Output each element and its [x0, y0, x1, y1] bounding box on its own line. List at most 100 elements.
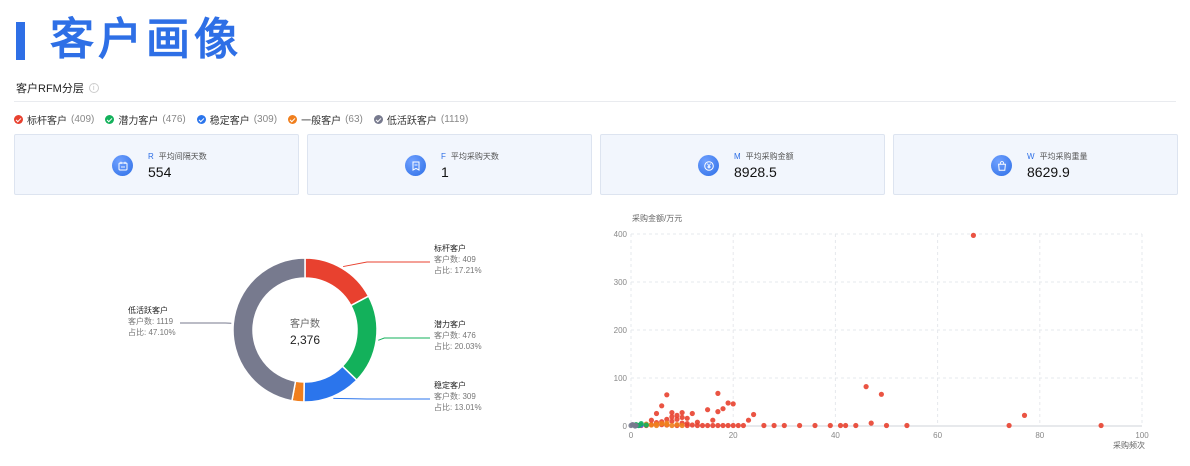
- scatter-point[interactable]: [853, 422, 859, 429]
- scatter-point[interactable]: [751, 411, 757, 418]
- check-circle-icon: [105, 115, 115, 124]
- scatter-point[interactable]: [710, 417, 716, 423]
- metric-card-f: F 平均采购天数 1: [307, 134, 592, 195]
- legend-label: 标杆客户: [27, 116, 67, 127]
- legend-count: (1119): [440, 114, 469, 125]
- scatter-point[interactable]: [868, 420, 874, 426]
- scatter-point[interactable]: [827, 422, 833, 429]
- scatter-point[interactable]: [684, 415, 690, 421]
- scatter-point[interactable]: [781, 422, 787, 429]
- scatter-point[interactable]: [684, 422, 690, 429]
- donut-slice[interactable]: [303, 365, 358, 403]
- scatter-point[interactable]: [725, 400, 731, 406]
- scatter-point[interactable]: [674, 422, 680, 428]
- x-axis-title: 采购频次: [1113, 440, 1145, 450]
- scatter-point[interactable]: [735, 422, 741, 429]
- scatter-point[interactable]: [720, 422, 726, 429]
- donut-label-name: 标杆客户: [434, 243, 466, 253]
- scatter-point[interactable]: [1021, 412, 1028, 418]
- scatter-point[interactable]: [705, 422, 711, 429]
- segment-legend: 标杆客户 (409) 潜力客户 (476) 稳定客户 (309) 一般客户 (6…: [14, 112, 479, 127]
- scatter-point[interactable]: [904, 422, 910, 429]
- x-tick-label: 40: [831, 431, 840, 440]
- scatter-point[interactable]: [679, 410, 685, 416]
- scatter-point[interactable]: [659, 403, 665, 409]
- scatter-point[interactable]: [878, 391, 884, 397]
- scatter-point[interactable]: [653, 421, 660, 427]
- scatter-point[interactable]: [669, 422, 675, 429]
- legend-label: 一般客户: [301, 116, 342, 127]
- legend-item-stable[interactable]: 稳定客户 (309): [196, 112, 277, 127]
- scatter-point[interactable]: [659, 421, 665, 427]
- scatter-point[interactable]: [653, 410, 660, 417]
- info-icon[interactable]: i: [88, 83, 99, 93]
- scatter-point[interactable]: [720, 406, 726, 412]
- scatter-point[interactable]: [710, 422, 716, 429]
- check-circle-icon: [288, 115, 298, 124]
- scatter-point[interactable]: [664, 392, 670, 398]
- yen-coin-icon: [698, 155, 719, 176]
- scatter-point[interactable]: [715, 422, 721, 429]
- scatter-point[interactable]: [970, 232, 976, 238]
- legend-item-potential[interactable]: 潜力客户 (476): [105, 112, 186, 127]
- scatter-point[interactable]: [1006, 422, 1012, 429]
- scatter-point[interactable]: [715, 409, 721, 415]
- scatter-point[interactable]: [679, 422, 685, 429]
- donut-label-share: 占比: 47.10%: [128, 327, 176, 337]
- scatter-point[interactable]: [674, 416, 680, 422]
- donut-slice[interactable]: [304, 257, 370, 307]
- scatter-point[interactable]: [771, 422, 777, 429]
- scatter-point[interactable]: [740, 422, 746, 429]
- donut-label-count: 客户数: 476: [434, 330, 476, 340]
- receipt-icon: [405, 155, 426, 176]
- legend-item-general[interactable]: 一般客户 (63): [288, 112, 363, 127]
- scatter-point[interactable]: [648, 417, 654, 423]
- legend-count: (63): [345, 114, 363, 125]
- metric-label: M 平均采购金额: [734, 152, 794, 161]
- scatter-point[interactable]: [812, 422, 818, 429]
- scatter-point[interactable]: [745, 417, 752, 423]
- legend-count: (409): [71, 114, 95, 125]
- scatter-point[interactable]: [761, 422, 767, 429]
- donut-label-share: 占比: 17.21%: [434, 265, 482, 275]
- scatter-point[interactable]: [632, 423, 638, 429]
- scatter-point[interactable]: [648, 422, 654, 428]
- metric-card-r: R 平均间隔天数 554: [14, 134, 299, 195]
- scatter-point[interactable]: [730, 401, 736, 407]
- legend-item-inactive[interactable]: 低活跃客户 (1119): [373, 112, 469, 127]
- check-circle-icon: [14, 115, 23, 124]
- donut-label-name: 潜力客户: [434, 319, 466, 329]
- scatter-point[interactable]: [1098, 422, 1104, 429]
- metric-label: W 平均采购重量: [1027, 152, 1088, 161]
- scatter-point[interactable]: [679, 414, 685, 420]
- scatter-point[interactable]: [705, 407, 711, 413]
- scatter-point[interactable]: [730, 422, 736, 429]
- donut-slice[interactable]: [341, 295, 378, 382]
- x-tick-label: 20: [729, 431, 738, 440]
- check-circle-icon: [373, 115, 383, 124]
- scatter-point[interactable]: [669, 414, 675, 420]
- legend-item-benchmark[interactable]: 标杆客户 (409): [14, 112, 94, 127]
- scatter-point[interactable]: [643, 422, 649, 428]
- donut-label-share: 占比: 20.03%: [434, 341, 482, 351]
- y-tick-label: 400: [614, 230, 628, 239]
- scatter-chart: 0 100 200 300 400 0 20 40 60 80 100 采购金额/万元采购频次: [614, 213, 1150, 450]
- calendar-icon: [112, 155, 133, 176]
- metric-label: F 平均采购天数: [441, 152, 499, 161]
- scatter-point[interactable]: [715, 390, 721, 396]
- shopping-bag-icon: [991, 155, 1012, 176]
- check-circle-icon: [196, 115, 206, 124]
- y-tick-label: 0: [623, 422, 628, 431]
- scatter-point[interactable]: [694, 422, 700, 429]
- scatter-point[interactable]: [689, 410, 695, 417]
- scatter-point[interactable]: [725, 422, 731, 429]
- scatter-point[interactable]: [664, 420, 670, 426]
- scatter-point[interactable]: [689, 422, 695, 428]
- scatter-point[interactable]: [843, 422, 849, 429]
- scatter-point[interactable]: [699, 422, 706, 429]
- scatter-point[interactable]: [797, 422, 803, 429]
- x-tick-label: 100: [1135, 431, 1149, 440]
- scatter-point[interactable]: [883, 422, 890, 429]
- scatter-point[interactable]: [837, 422, 844, 429]
- scatter-point[interactable]: [863, 384, 869, 390]
